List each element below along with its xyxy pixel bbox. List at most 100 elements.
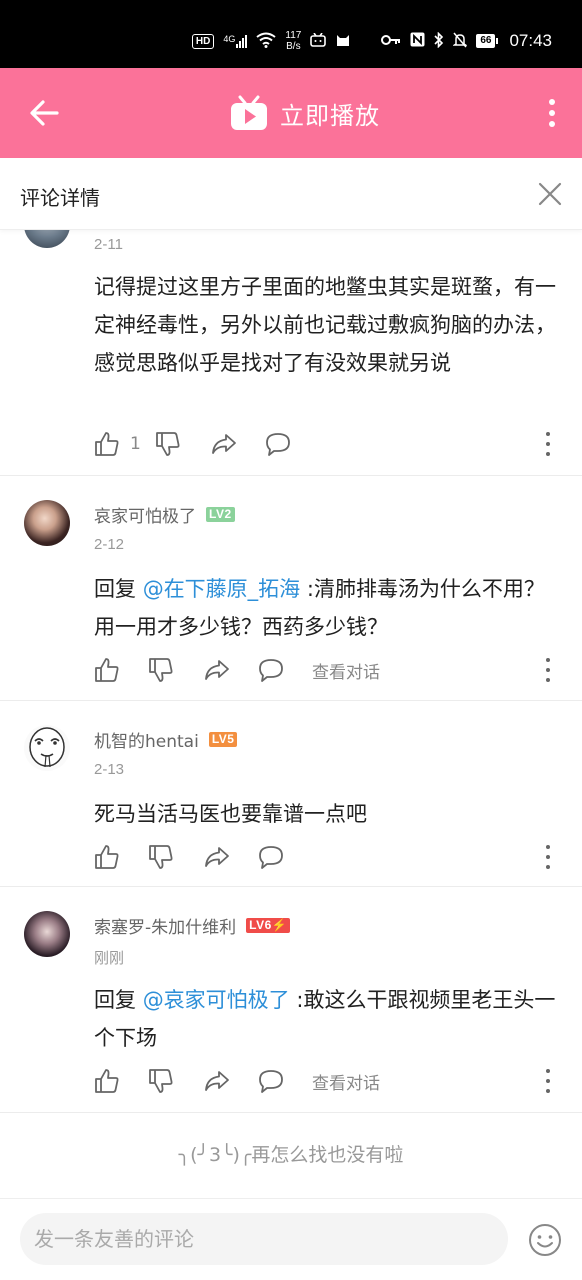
emoji-button[interactable] xyxy=(528,1223,562,1257)
comment-date: 2-13 xyxy=(94,761,125,778)
share-icon xyxy=(205,1071,229,1091)
comment-item: 2-11 记得提过这里方子里面的地鳖虫其实是斑蝥，有一定神经毒性，另外以前也记载… xyxy=(0,230,582,476)
hd-indicator: HD xyxy=(191,33,215,49)
comment-text: 回复 @哀家可怕极了 :敢这么干跟视频里老王头一个下场 xyxy=(94,981,564,1057)
comment-actions: 1 xyxy=(94,430,293,458)
comment-date: 刚刚 xyxy=(94,950,125,967)
user-name-row: 索塞罗-朱加什维利 LV6⚡ xyxy=(94,913,291,938)
level-badge: LV6⚡ xyxy=(246,918,291,933)
status-bar: HD 4G 117 B/s 66 07:43 xyxy=(0,0,582,68)
close-icon xyxy=(538,182,562,206)
reply-button[interactable] xyxy=(258,1067,286,1095)
avatar[interactable] xyxy=(24,230,70,248)
share-icon xyxy=(211,434,236,454)
battery-icon: 66 xyxy=(476,34,499,48)
share-icon xyxy=(205,660,229,680)
kebab-icon xyxy=(546,845,550,849)
reply-button[interactable] xyxy=(258,656,286,684)
more-dots-icon xyxy=(549,99,555,105)
user-name[interactable]: 机智的hentai xyxy=(94,727,199,752)
mention-link[interactable]: @在下藤原_拓海 xyxy=(143,577,301,601)
kebab-icon xyxy=(546,1069,550,1073)
clock: 07:43 xyxy=(509,31,552,50)
comment-menu-button[interactable] xyxy=(544,1069,552,1093)
play-now-label: 立即播放 xyxy=(280,101,380,130)
user-name-row: 哀家可怕极了 LV2 xyxy=(94,502,235,527)
thumbs-down-icon xyxy=(149,1069,173,1093)
comment-input[interactable]: 发一条友善的评论 xyxy=(20,1213,508,1265)
comment-text: 死马当活马医也要靠谱一点吧 xyxy=(94,802,367,826)
thumbs-up-icon xyxy=(95,658,119,682)
comment-bubble-icon xyxy=(259,1070,283,1093)
like-button[interactable] xyxy=(94,1067,122,1095)
signal-icon: 4G xyxy=(223,34,248,48)
nfc-icon xyxy=(410,32,425,50)
comment-bubble-icon xyxy=(259,846,283,869)
emoji-smile-icon xyxy=(529,1224,561,1256)
comment-date: 2-11 xyxy=(94,236,123,253)
comment-item: 索塞罗-朱加什维利 LV6⚡ 刚刚 回复 @哀家可怕极了 :敢这么干跟视频里老王… xyxy=(0,887,582,1113)
comment-text: 记得提过这里方子里面的地鳖虫其实是斑蝥，有一定神经毒性，另外以前也记载过敷疯狗脑… xyxy=(94,275,556,375)
level-badge: LV2 xyxy=(206,507,235,522)
comment-date: 2-12 xyxy=(94,536,125,553)
mention-link[interactable]: @哀家可怕极了 xyxy=(143,988,290,1012)
avatar[interactable] xyxy=(24,911,70,957)
thumbs-up-icon xyxy=(95,432,119,456)
thumbs-up-icon xyxy=(95,845,119,869)
comment-actions: 查看对话 xyxy=(94,656,380,684)
back-button[interactable] xyxy=(28,96,62,130)
panel-title: 评论详情 xyxy=(20,186,100,210)
mute-bell-icon xyxy=(452,32,469,51)
dislike-button[interactable] xyxy=(148,843,176,871)
comment-menu-button[interactable] xyxy=(544,658,552,682)
kebab-icon xyxy=(546,432,550,436)
comment-text: 回复 @在下藤原_拓海 :清肺排毒汤为什么不用？用一用才多少钱？西药多少钱？ xyxy=(94,570,564,646)
more-options-button[interactable] xyxy=(542,96,562,130)
bilibili-notification-icon xyxy=(310,32,327,50)
comment-actions: 查看对话 xyxy=(94,1067,380,1095)
comment-item: 机智的hentai LV5 2-13 死马当活马医也要靠谱一点吧 xyxy=(0,701,582,887)
share-icon xyxy=(205,847,229,867)
share-button[interactable] xyxy=(204,656,232,684)
reply-button[interactable] xyxy=(265,430,293,458)
comment-bubble-icon xyxy=(265,433,290,456)
bluetooth-icon xyxy=(434,31,444,51)
view-dialog-link[interactable]: 查看对话 xyxy=(312,1069,380,1094)
reply-button[interactable] xyxy=(258,843,286,871)
end-of-list-note: ╮(╯3╰)╭再怎么找也没有啦 xyxy=(178,1144,404,1166)
thumbs-down-icon xyxy=(149,658,173,682)
comment-bubble-icon xyxy=(259,659,283,682)
close-button[interactable] xyxy=(536,180,564,208)
thumbs-down-icon xyxy=(149,845,173,869)
share-button[interactable] xyxy=(204,1067,232,1095)
dislike-button[interactable] xyxy=(155,430,183,458)
comment-menu-button[interactable] xyxy=(544,845,552,869)
dislike-button[interactable] xyxy=(148,1067,176,1095)
share-button[interactable] xyxy=(211,430,239,458)
user-name[interactable]: 索塞罗-朱加什维利 xyxy=(94,913,236,938)
kebab-icon xyxy=(546,658,550,662)
user-name-row: 机智的hentai LV5 xyxy=(94,727,238,752)
back-arrow-icon xyxy=(30,100,59,126)
dislike-button[interactable] xyxy=(148,656,176,684)
avatar[interactable] xyxy=(24,725,70,771)
user-name[interactable]: 哀家可怕极了 xyxy=(94,502,196,527)
comment-list[interactable]: 2-11 记得提过这里方子里面的地鳖虫其实是斑蝥，有一定神经毒性，另外以前也记载… xyxy=(0,230,582,1198)
like-count: 1 xyxy=(130,434,141,454)
comment-menu-button[interactable] xyxy=(544,432,552,456)
play-now-button[interactable]: 立即播放 xyxy=(230,92,380,134)
key-icon xyxy=(381,33,401,49)
like-button[interactable] xyxy=(94,843,122,871)
level-badge: LV5 xyxy=(208,732,238,747)
like-button[interactable] xyxy=(94,430,122,458)
comment-input-bar: 发一条友善的评论 xyxy=(0,1198,582,1280)
tv-play-icon xyxy=(231,95,267,130)
meme-face-icon xyxy=(29,727,65,768)
thumbs-up-icon xyxy=(95,1069,119,1093)
avatar[interactable] xyxy=(24,500,70,546)
reply-prefix: 回复 xyxy=(94,988,143,1012)
share-button[interactable] xyxy=(204,843,232,871)
like-button[interactable] xyxy=(94,656,122,684)
network-type: 4G xyxy=(223,34,236,44)
view-dialog-link[interactable]: 查看对话 xyxy=(312,658,380,683)
